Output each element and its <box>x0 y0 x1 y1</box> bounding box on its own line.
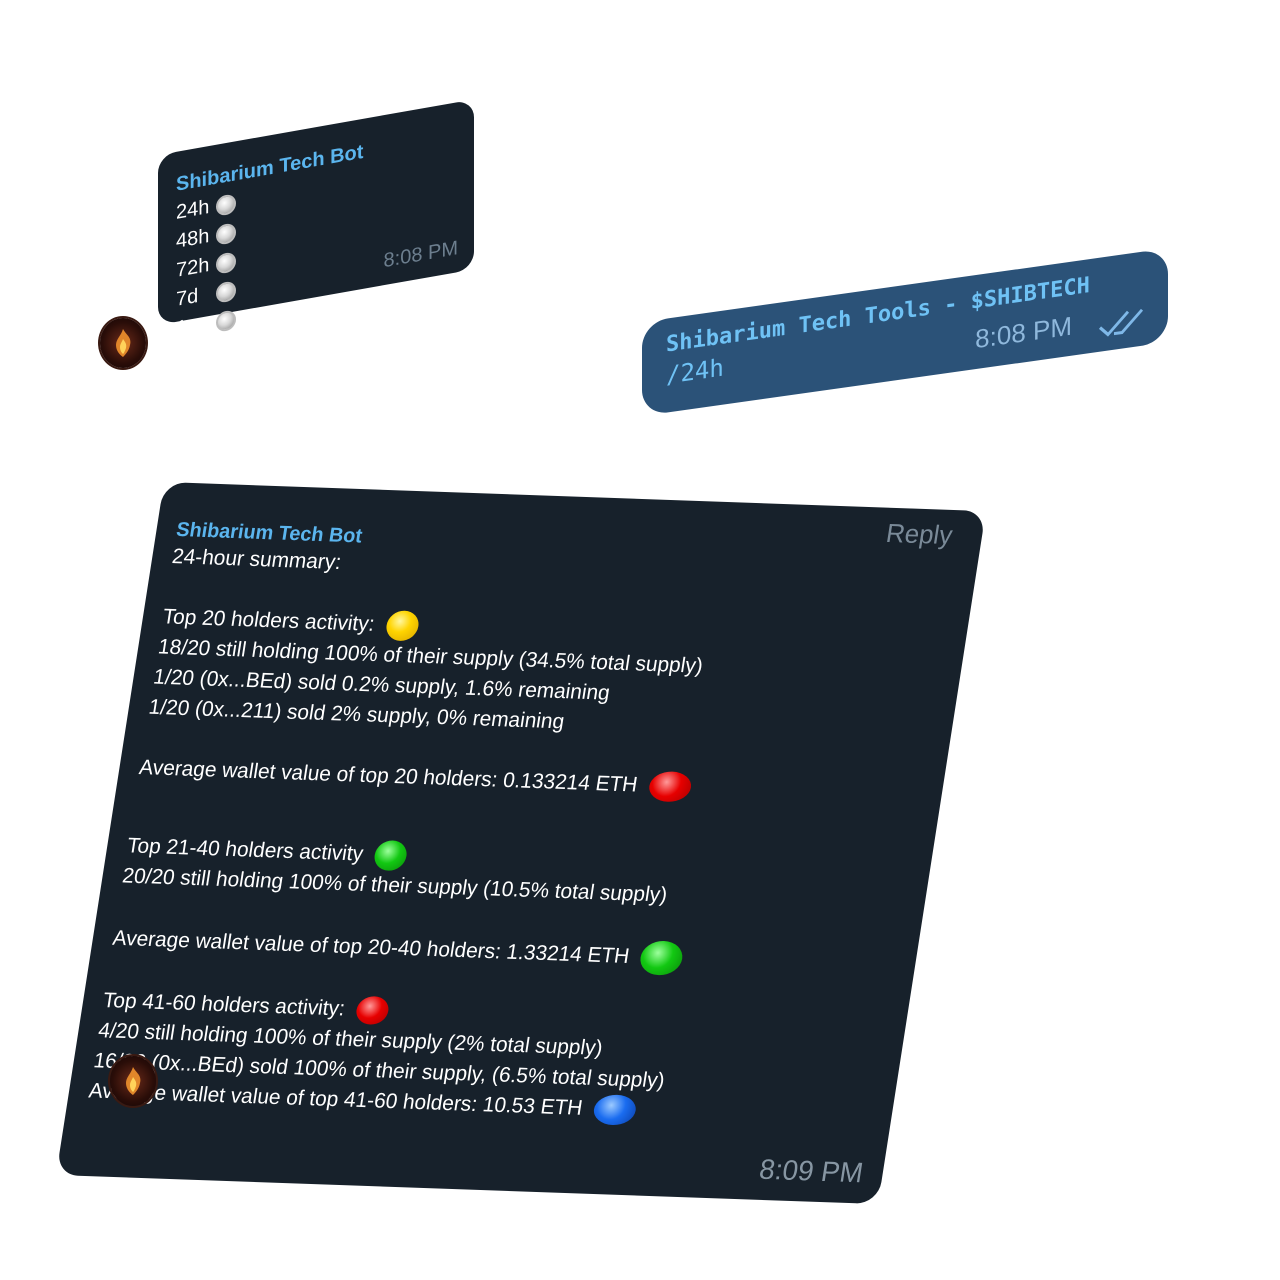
chat-scene: Shibarium Tech Bot 24h 48h 72h 7d 1m 8:0… <box>0 0 1280 1280</box>
bot-avatar[interactable] <box>110 1056 156 1106</box>
white-circle-icon <box>216 221 236 246</box>
double-check-icon <box>1098 308 1144 337</box>
white-circle-icon <box>216 308 236 333</box>
green-circle-icon <box>372 839 409 872</box>
yellow-circle-icon <box>383 610 421 642</box>
message-body: 24-hour summary: Top 20 holders activity… <box>87 542 957 1134</box>
bot-message-summary: Reply Shibarium Tech Bot 24-hour summary… <box>56 482 986 1205</box>
flame-icon <box>126 1067 141 1095</box>
reply-button[interactable]: Reply <box>884 518 955 551</box>
red-circle-icon <box>354 995 391 1026</box>
bot-avatar[interactable] <box>100 318 146 368</box>
message-timestamp: 8:09 PM <box>757 1153 866 1189</box>
user-message: Shibarium Tech Tools - $SHIBTECH /24h 8:… <box>642 248 1168 416</box>
white-circle-icon <box>216 250 236 275</box>
timeframe-label: 1m <box>176 312 204 340</box>
flame-icon <box>116 329 131 357</box>
bot-message-timeframes: Shibarium Tech Bot 24h 48h 72h 7d 1m 8:0… <box>158 99 474 340</box>
white-circle-icon <box>216 192 236 217</box>
blue-circle-icon <box>591 1094 639 1126</box>
white-circle-icon <box>216 279 236 304</box>
green-circle-icon <box>638 940 686 976</box>
red-circle-icon <box>646 770 694 803</box>
